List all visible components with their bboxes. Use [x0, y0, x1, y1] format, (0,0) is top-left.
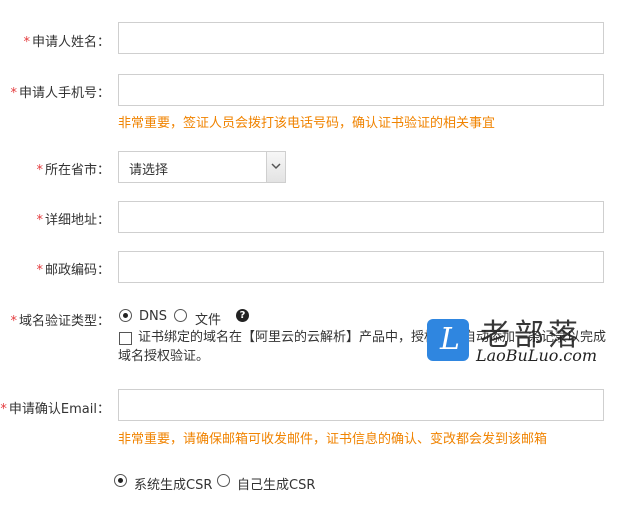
- required-star: *: [36, 213, 43, 228]
- domain-validation-label: * 域名验证类型：: [10, 314, 110, 329]
- applicant-phone-hint: 非常重要，签证人员会拨打该电话号码，确认证书验证的相关事宜: [118, 116, 496, 131]
- system-csr-label[interactable]: 系统生成CSR: [134, 474, 212, 493]
- chevron-down-icon[interactable]: [266, 152, 285, 182]
- dns-radio[interactable]: [119, 309, 132, 322]
- file-radio-label[interactable]: 文件: [195, 309, 221, 328]
- address-label: * 详细地址：: [36, 213, 110, 228]
- applicant-name-label: * 申请人姓名：: [23, 35, 110, 50]
- confirm-email-hint: 非常重要，请确保邮箱可收发邮件，证书信息的确认、变改都会发到该邮箱: [118, 432, 548, 447]
- province-label: * 所在省市：: [36, 163, 110, 178]
- system-csr-radio[interactable]: [114, 474, 127, 487]
- province-selected-value: 请选择: [129, 163, 169, 178]
- applicant-phone-label: * 申请人手机号：: [10, 86, 110, 101]
- province-select[interactable]: 请选择: [118, 151, 286, 183]
- help-icon[interactable]: ?: [236, 309, 249, 322]
- applicant-name-input[interactable]: [118, 22, 604, 54]
- address-input[interactable]: [118, 201, 604, 233]
- required-star: *: [0, 402, 7, 417]
- required-star: *: [10, 86, 17, 101]
- postcode-label: * 邮政编码：: [36, 263, 110, 278]
- watermark-en-text: LaoBuLuo.com: [476, 346, 597, 365]
- applicant-phone-input[interactable]: [118, 74, 604, 106]
- required-star: *: [10, 314, 17, 329]
- confirm-email-label: * 申请确认Email：: [0, 402, 110, 417]
- required-star: *: [36, 263, 43, 278]
- required-star: *: [23, 35, 30, 50]
- file-radio[interactable]: [174, 309, 187, 322]
- required-star: *: [36, 163, 43, 178]
- custom-csr-label[interactable]: 自己生成CSR: [237, 474, 315, 493]
- watermark-logo: L: [427, 319, 469, 361]
- custom-csr-radio[interactable]: [217, 474, 230, 487]
- postcode-input[interactable]: [118, 251, 604, 283]
- confirm-email-input[interactable]: [118, 389, 604, 421]
- dns-radio-label[interactable]: DNS: [139, 309, 167, 324]
